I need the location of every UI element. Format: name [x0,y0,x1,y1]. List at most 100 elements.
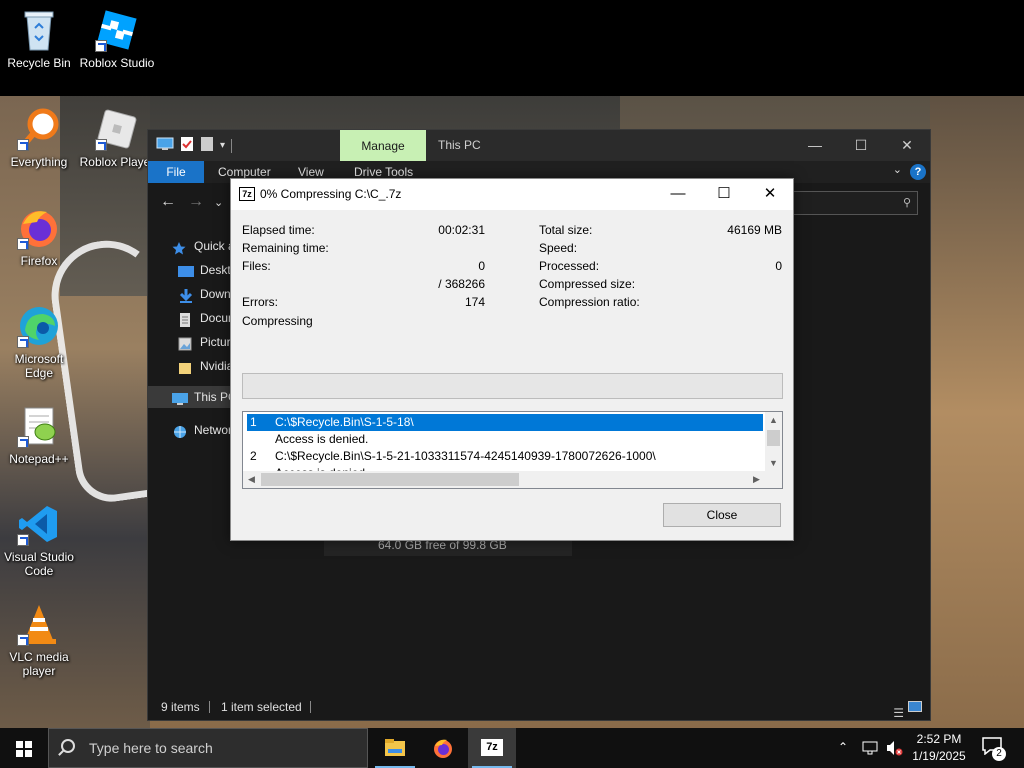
desktop-icon-vscode[interactable]: Visual Studio Code [1,502,77,578]
taskbar-7zip[interactable]: 7z [468,728,516,768]
close-button[interactable]: ✕ [884,130,930,161]
compression-ratio-label: Compression ratio: [539,295,640,309]
sidebar-item-pictures[interactable]: Pictures [178,331,236,353]
progress-bar [242,373,783,399]
window-title: This PC [438,138,481,152]
windows-logo-icon [16,741,32,757]
desktop-icon-roblox-player[interactable]: Roblox Player [79,107,155,169]
scroll-up-arrow-icon[interactable]: ▲ [765,412,782,429]
errors-label: Errors: [242,295,278,309]
taskbar-search-box[interactable]: Type here to search [48,728,368,768]
list-item[interactable]: 1 C:\$Recycle.Bin\S-1-5-18\ [247,414,763,431]
customize-toolbar-icon[interactable]: ▾ [220,140,225,151]
new-folder-icon[interactable] [200,136,214,155]
notepad-plus-plus-icon [17,404,61,448]
list-item[interactable]: 2 C:\$Recycle.Bin\S-1-5-21-1033311574-424… [247,448,763,465]
horizontal-scrollbar[interactable]: ◀ ▶ [243,471,782,488]
vertical-scrollbar[interactable]: ▲ ▼ [765,412,782,472]
scroll-left-arrow-icon[interactable]: ◀ [243,471,260,488]
minimize-button[interactable]: — [792,130,838,161]
tab-manage[interactable]: Manage [340,130,426,161]
desktop-icon-recycle-bin[interactable]: Recycle Bin [1,8,77,70]
firefox-icon [434,739,452,758]
total-size-label: Total size: [539,223,593,237]
shortcut-arrow-icon [17,336,29,348]
dialog-maximize-button[interactable]: ☐ [701,179,747,210]
files-value: 0 [478,259,485,273]
shortcut-arrow-icon [17,634,29,646]
taskbar-firefox[interactable] [419,728,467,768]
remaining-time-label: Remaining time: [242,241,329,255]
volume-muted-icon[interactable] [885,740,903,768]
dialog-titlebar[interactable]: 7z 0% Compressing C:\C_.7z — ☐ ✕ [231,179,793,210]
desktop-icon-roblox-studio[interactable]: Roblox Studio [79,8,155,70]
explorer-titlebar[interactable]: ▾ Manage This PC — ☐ ✕ [148,130,930,161]
shortcut-arrow-icon [17,139,29,151]
properties-icon[interactable] [180,136,194,155]
shortcut-arrow-icon [17,238,29,250]
folder-icon [178,360,194,374]
7zip-logo-icon: 7z [239,187,255,201]
scroll-down-arrow-icon[interactable]: ▼ [765,455,782,472]
navigation-pane: Quick access Desktop Downloads Documents… [148,223,236,693]
maximize-button[interactable]: ☐ [838,130,884,161]
forward-arrow-icon[interactable]: → [188,193,204,211]
desktop-icon-label: Recycle Bin [7,56,71,70]
desktop-icon-firefox[interactable]: Firefox [1,206,77,268]
sidebar-item-this-pc[interactable]: This PC [148,386,236,408]
elapsed-time-value: 00:02:31 [438,223,485,237]
vertical-scroll-thumb[interactable] [767,430,780,446]
back-arrow-icon[interactable]: ← [160,193,176,211]
desktop-icon-label: Visual Studio Code [4,550,74,578]
taskbar-clock[interactable]: 2:52 PM 1/19/2025 [902,731,976,765]
error-log-list[interactable]: 1 C:\$Recycle.Bin\S-1-5-18\ Access is den… [242,411,783,489]
sidebar-item-quick-access[interactable]: Quick access [172,235,236,257]
tab-file[interactable]: File [148,161,204,183]
details-view-icon[interactable]: ☰ [893,700,904,726]
desktop-icon-microsoft-edge[interactable]: Microsoft Edge [1,304,77,380]
star-icon [172,240,188,255]
desktop-icon-vlc[interactable]: VLC media player [1,602,77,678]
recent-locations-chevron-icon[interactable]: ⌄ [214,196,223,209]
desktop-icon-label: Notepad++ [9,452,69,466]
help-icon[interactable]: ? [910,164,926,180]
desktop-icon-everything[interactable]: Everything [1,107,77,169]
dialog-close-x-button[interactable]: ✕ [747,179,793,210]
shortcut-arrow-icon [17,436,29,448]
sidebar-item-downloads[interactable]: Downloads [178,283,236,305]
sidebar-item-nvidia[interactable]: Nvidia [178,355,236,377]
large-icons-view-icon[interactable] [908,701,922,712]
status-bar: 9 items 1 item selected ☰ [148,694,930,720]
desktop-folder-icon [178,264,194,278]
compress-progress-dialog[interactable]: 7z 0% Compressing C:\C_.7z — ☐ ✕ Elapsed… [230,178,794,541]
desktop-icon-label: Microsoft Edge [14,352,64,380]
shortcut-arrow-icon [95,40,107,52]
search-icon [61,739,75,753]
close-button[interactable]: Close [663,503,781,527]
notification-center-icon[interactable]: 2 [982,737,1006,761]
list-item[interactable]: Access is denied. [247,431,763,448]
dialog-title: 0% Compressing C:\C_.7z [260,187,402,201]
scroll-right-arrow-icon[interactable]: ▶ [748,471,765,488]
roblox-player-icon [95,107,139,151]
sidebar-item-documents[interactable]: Documents [178,307,236,329]
dialog-minimize-button[interactable]: — [655,179,701,210]
files-total-value: / 368266 [438,277,485,291]
quick-access-toolbar: ▾ [156,136,233,155]
desktop-icon-notepad-plus-plus[interactable]: Notepad++ [1,404,77,466]
expand-ribbon-chevron-icon[interactable]: ⌄ [893,163,902,176]
download-icon [178,288,194,303]
taskbar-file-explorer[interactable] [371,728,419,768]
sidebar-item-desktop[interactable]: Desktop [178,259,236,281]
clock-date: 1/19/2025 [912,749,966,763]
document-icon [178,312,194,327]
start-button[interactable] [0,728,48,768]
show-hidden-icons-chevron-icon[interactable]: ⌃ [838,740,848,768]
horizontal-scroll-thumb[interactable] [261,473,519,486]
sidebar-item-network[interactable]: Network [172,419,236,441]
vscode-icon [17,502,61,546]
network-status-icon[interactable] [862,740,880,768]
status-divider [209,701,210,713]
desktop-icon-label: Roblox Player [79,155,155,169]
processed-value: 0 [775,259,782,273]
